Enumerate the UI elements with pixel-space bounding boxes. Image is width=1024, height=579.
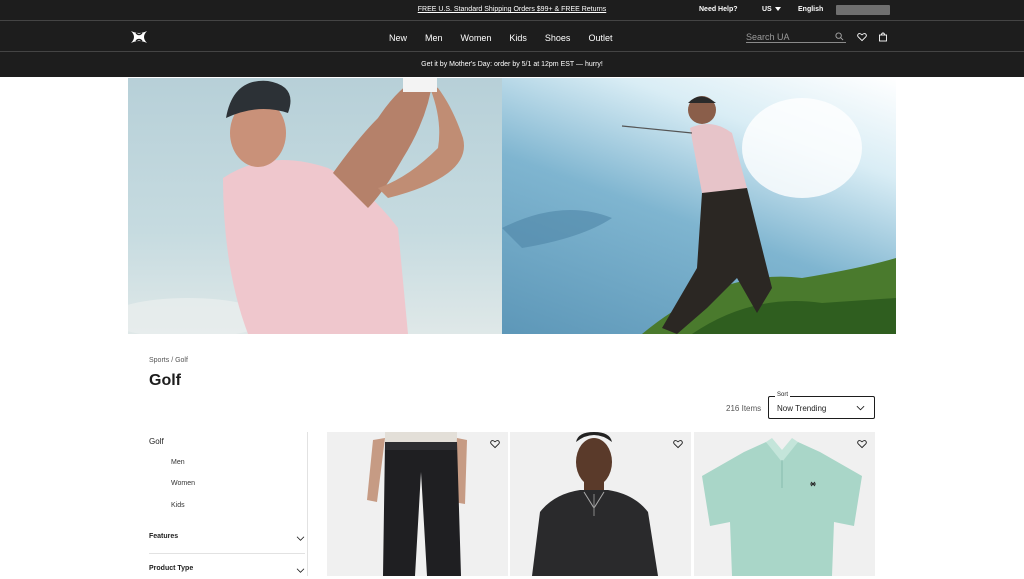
- product-image-pants: [367, 432, 467, 576]
- filter-product-type-label: Product Type: [149, 565, 194, 572]
- ua-logo-icon[interactable]: [128, 30, 150, 44]
- hero-image-golfer-swing: [502, 78, 896, 334]
- main-nav: New Men Women Kids Shoes Outlet Search U…: [0, 20, 1024, 52]
- chevron-down-icon: [296, 568, 305, 573]
- product-image-black-polo: [532, 432, 658, 576]
- language-selector[interactable]: English: [798, 6, 823, 13]
- account-button[interactable]: [836, 5, 890, 15]
- category-menu: New Men Women Kids Shoes Outlet: [389, 33, 630, 43]
- filter-features-label: Features: [149, 533, 179, 540]
- product-card-black-polo[interactable]: [510, 432, 691, 576]
- announcement-banner: Get it by Mother's Day: order by 5/1 at …: [0, 52, 1024, 77]
- search-input[interactable]: Search UA: [746, 31, 846, 43]
- sidebar-item-men[interactable]: Men: [171, 459, 185, 466]
- filter-divider: [149, 553, 305, 554]
- product-card-mint-polo[interactable]: [694, 432, 875, 576]
- filter-features[interactable]: Features: [149, 533, 305, 547]
- breadcrumb-link-sports[interactable]: Sports: [149, 357, 169, 364]
- product-image-mint-polo: [702, 438, 862, 576]
- favorite-heart-icon[interactable]: [490, 439, 500, 449]
- sidebar-category-golf[interactable]: Golf: [149, 437, 164, 446]
- sort-value: Now Trending: [777, 404, 827, 413]
- chevron-down-icon: [296, 536, 305, 541]
- search-placeholder: Search UA: [746, 32, 790, 42]
- breadcrumb: Sports / Golf: [149, 357, 188, 364]
- breadcrumb-current: Golf: [175, 357, 188, 364]
- chevron-down-icon: [774, 7, 781, 12]
- sort-dropdown[interactable]: Sort Now Trending: [768, 392, 875, 419]
- nav-item-new[interactable]: New: [389, 33, 407, 43]
- page-title: Golf: [149, 372, 181, 389]
- need-help-link[interactable]: Need Help?: [699, 6, 738, 13]
- chevron-down-icon: [856, 405, 865, 411]
- hero-banner[interactable]: [128, 78, 896, 334]
- country-selector[interactable]: US: [762, 6, 781, 13]
- nav-item-outlet[interactable]: Outlet: [588, 33, 612, 43]
- results-count-label: Items: [741, 404, 762, 413]
- favorite-heart-icon[interactable]: [673, 439, 683, 449]
- sidebar-divider: [307, 432, 308, 576]
- results-count: 216 Items: [726, 404, 761, 413]
- sort-label: Sort: [775, 392, 791, 398]
- favorites-heart-icon[interactable]: [857, 32, 867, 42]
- nav-item-kids[interactable]: Kids: [509, 33, 527, 43]
- filter-product-type[interactable]: Product Type: [149, 565, 305, 579]
- sidebar-item-kids[interactable]: Kids: [171, 502, 185, 509]
- favorite-heart-icon[interactable]: [857, 439, 867, 449]
- nav-item-women[interactable]: Women: [461, 33, 492, 43]
- utility-bar: FREE U.S. Standard Shipping Orders $99+ …: [0, 0, 1024, 20]
- nav-item-men[interactable]: Men: [425, 33, 443, 43]
- shopping-bag-icon[interactable]: [878, 32, 888, 42]
- breadcrumb-separator: /: [171, 357, 174, 364]
- country-label: US: [762, 6, 772, 13]
- nav-item-shoes[interactable]: Shoes: [545, 33, 571, 43]
- hero-image-golfer-closeup: [128, 78, 502, 334]
- results-count-number: 216: [726, 404, 740, 413]
- sidebar-item-women[interactable]: Women: [171, 480, 195, 487]
- search-icon[interactable]: [835, 32, 844, 41]
- product-card-pants[interactable]: [327, 432, 508, 576]
